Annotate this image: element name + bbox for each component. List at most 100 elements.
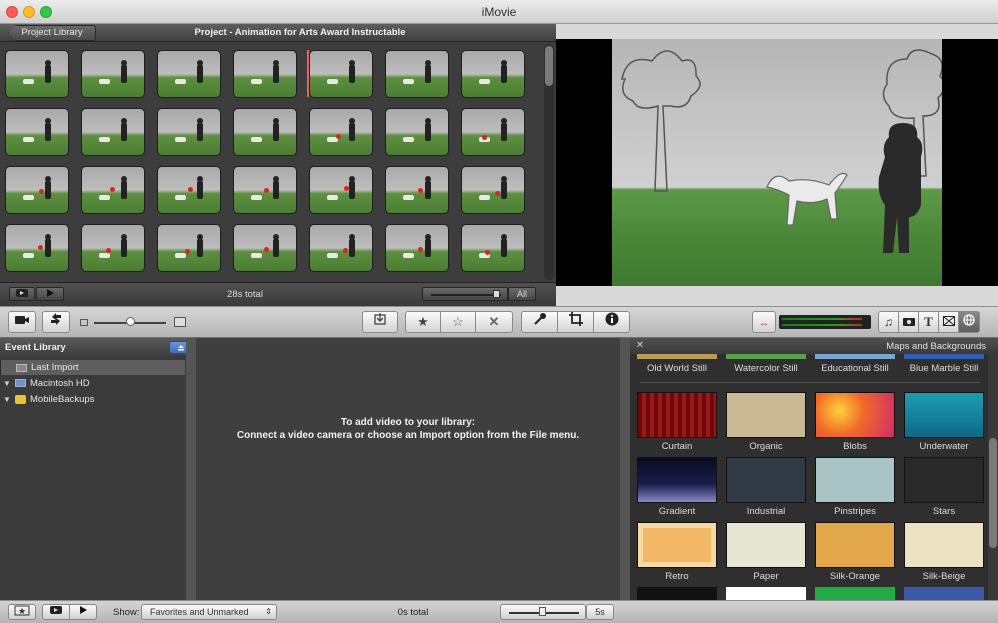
clip-thumbnail[interactable]	[81, 108, 145, 156]
partial-tile[interactable]	[637, 587, 717, 600]
backup-drive-icon	[15, 395, 26, 404]
show-filter-select[interactable]: Favorites and Unmarked ⇕	[141, 604, 277, 620]
clip-thumbnail[interactable]	[309, 108, 373, 156]
info-button[interactable]	[593, 311, 630, 333]
clip-thumbnail[interactable]	[233, 166, 297, 214]
transitions-browser-button[interactable]	[938, 311, 959, 333]
maps-backgrounds-panel: ✕ Maps and Backgrounds Old World Still W…	[630, 338, 998, 600]
red-ball	[482, 135, 487, 140]
background-tile[interactable]	[904, 392, 984, 438]
clip-thumbnail[interactable]	[157, 166, 221, 214]
swap-panes-button[interactable]	[42, 311, 70, 333]
dog-drawing	[403, 79, 414, 84]
background-tile[interactable]	[726, 392, 806, 438]
maps-scrollbar-thumb[interactable]	[989, 438, 997, 548]
clip-thumbnail[interactable]	[5, 108, 69, 156]
photos-browser-button[interactable]	[898, 311, 919, 333]
project-library-button[interactable]: Project Library	[8, 25, 96, 41]
camera-import-button[interactable]	[8, 311, 36, 333]
clip-thumbnail[interactable]	[461, 50, 525, 98]
event-zoom-value[interactable]: 5s	[586, 604, 614, 620]
thumbnail-slider-knob[interactable]	[126, 317, 135, 326]
audio-skim-button[interactable]: ↔	[752, 311, 776, 333]
reject-x-icon: ✕	[488, 314, 500, 329]
play-event-button[interactable]	[69, 604, 97, 620]
disclosure-triangle-icon[interactable]: ▼	[3, 376, 11, 391]
event-library-scrollbar[interactable]	[186, 338, 196, 600]
unmark-button[interactable]: ☆	[440, 311, 476, 333]
event-browser-scrollbar[interactable]	[620, 338, 630, 600]
clip-thumbnail[interactable]	[309, 50, 373, 98]
clip-thumbnail[interactable]	[157, 224, 221, 272]
empty-star-icon: ☆	[452, 314, 464, 329]
maps-backgrounds-button[interactable]	[958, 311, 980, 333]
bottom-bar: ★ Show: Favorites and Unmarked ⇕ 0s tota…	[0, 600, 998, 623]
mark-favorite-button[interactable]: ★	[405, 311, 441, 333]
clip-thumbnail[interactable]	[461, 166, 525, 214]
background-tile[interactable]	[815, 457, 895, 503]
library-item-last-import[interactable]: Last Import	[0, 360, 185, 375]
clip-thumbnail[interactable]	[5, 166, 69, 214]
play-button[interactable]	[36, 287, 64, 301]
clip-thumbnail[interactable]	[309, 224, 373, 272]
clip-thumbnail[interactable]	[233, 108, 297, 156]
red-ball	[418, 188, 423, 193]
clip-thumbnail[interactable]	[461, 224, 525, 272]
partial-tile[interactable]	[726, 587, 806, 600]
titles-browser-button[interactable]: T	[918, 311, 939, 333]
zoom-slider-knob[interactable]	[493, 290, 500, 298]
clip-thumbnail[interactable]	[233, 224, 297, 272]
clip-thumbnail[interactable]	[81, 224, 145, 272]
red-ball	[343, 248, 348, 253]
figure-drawing	[349, 234, 355, 257]
library-item-macintosh-hd[interactable]: ▼ Macintosh HD	[0, 376, 185, 391]
project-scrollbar-thumb[interactable]	[545, 46, 553, 86]
video-viewer[interactable]	[556, 24, 998, 306]
event-zoom-slider[interactable]	[500, 604, 586, 620]
playhead[interactable]	[307, 50, 309, 97]
clip-thumbnail[interactable]	[385, 224, 449, 272]
partial-tile[interactable]	[815, 587, 895, 600]
tile-label: Silk-Beige	[922, 571, 966, 582]
clip-thumbnail[interactable]	[461, 108, 525, 156]
keyword-button[interactable]	[521, 311, 558, 333]
crop-button[interactable]	[557, 311, 594, 333]
zoom-slider-knob[interactable]	[539, 607, 546, 616]
project-zoom-slider[interactable]	[422, 287, 508, 301]
figure-drawing	[425, 118, 431, 141]
background-tile[interactable]	[637, 457, 717, 503]
music-browser-button[interactable]: ♫	[878, 311, 899, 333]
background-tile[interactable]	[637, 392, 717, 438]
zoom-all-button[interactable]: All	[508, 287, 536, 301]
clip-thumbnail[interactable]	[5, 50, 69, 98]
background-tile[interactable]	[815, 392, 895, 438]
clip-thumbnail[interactable]	[233, 50, 297, 98]
play-fullscreen-button[interactable]	[9, 287, 35, 301]
import-button[interactable]	[362, 311, 398, 333]
background-tile[interactable]	[904, 522, 984, 568]
reject-button[interactable]: ✕	[475, 311, 513, 333]
clip-thumbnail[interactable]	[385, 50, 449, 98]
clip-thumbnail[interactable]	[157, 50, 221, 98]
play-event-fullscreen-button[interactable]	[42, 604, 70, 620]
project-footer: 28s total All	[0, 282, 556, 306]
clip-thumbnail[interactable]	[157, 108, 221, 156]
background-tile[interactable]	[726, 522, 806, 568]
add-event-button[interactable]: ★	[8, 604, 36, 620]
clip-thumbnail[interactable]	[309, 166, 373, 214]
clip-thumbnail[interactable]	[385, 108, 449, 156]
partial-tile[interactable]	[904, 587, 984, 600]
clip-thumbnail[interactable]	[385, 166, 449, 214]
red-ball	[264, 188, 269, 193]
background-tile[interactable]	[815, 522, 895, 568]
disclosure-triangle-icon[interactable]: ▼	[3, 392, 11, 407]
background-tile[interactable]	[637, 522, 717, 568]
clip-thumbnail[interactable]	[81, 166, 145, 214]
clip-thumbnail-grid[interactable]	[3, 50, 543, 280]
project-title: Project - Animation for Arts Award Instr…	[194, 27, 406, 38]
background-tile[interactable]	[904, 457, 984, 503]
clip-thumbnail[interactable]	[5, 224, 69, 272]
background-tile[interactable]	[726, 457, 806, 503]
library-item-mobilebackups[interactable]: ▼ MobileBackups	[0, 392, 185, 407]
clip-thumbnail[interactable]	[81, 50, 145, 98]
